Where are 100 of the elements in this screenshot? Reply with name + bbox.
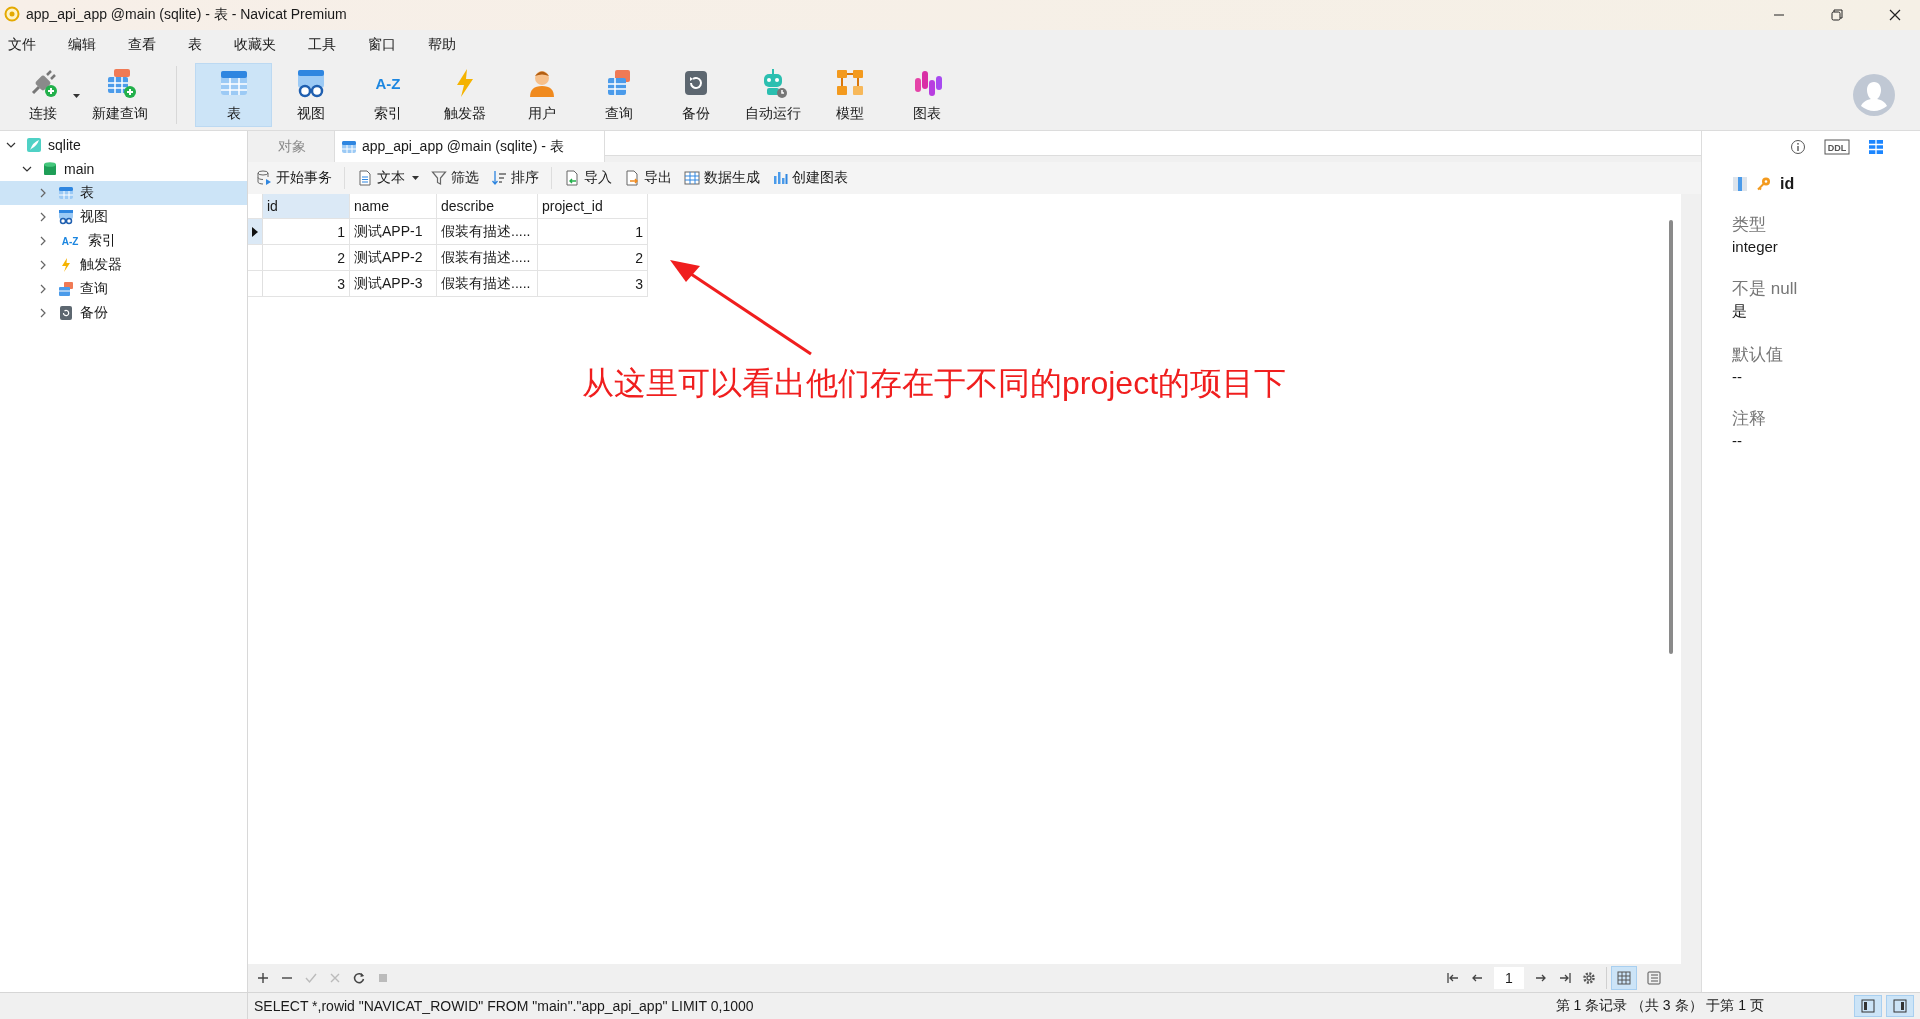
menu-item[interactable]: 文件 <box>8 36 36 54</box>
toolbar-button[interactable]: 开始事务 <box>252 169 336 187</box>
bar-chart-icon <box>772 170 788 186</box>
chevron-right-icon <box>38 212 48 222</box>
table-cell[interactable]: 测试APP-2 <box>350 245 437 270</box>
tree-item[interactable]: A-Z 索引 <box>0 229 247 253</box>
toolbar-button[interactable]: 查询 <box>580 63 657 127</box>
menu-item[interactable]: 窗口 <box>368 36 396 54</box>
right-panel-icon <box>1892 998 1908 1014</box>
first-page-icon[interactable] <box>1446 971 1460 985</box>
toolbar-button[interactable]: 筛选 <box>427 169 483 187</box>
export-icon <box>624 170 640 186</box>
panel-toggle-button[interactable] <box>1886 995 1914 1017</box>
chevron-right-icon <box>38 308 48 318</box>
panel-tab[interactable] <box>1866 137 1886 157</box>
tree-item[interactable]: 表 <box>0 181 247 205</box>
table-cell[interactable]: 3 <box>538 271 648 296</box>
menu-item[interactable]: 编辑 <box>68 36 96 54</box>
tree-item[interactable]: sqlite <box>0 133 247 157</box>
table-cell[interactable]: 假装有描述..... <box>437 245 538 270</box>
table-cell[interactable]: 1 <box>538 219 648 244</box>
funnel-icon <box>431 170 447 186</box>
column-header[interactable]: describe <box>437 194 538 218</box>
restore-icon <box>58 305 74 321</box>
menu-item[interactable]: 查看 <box>128 36 156 54</box>
refresh-icon[interactable] <box>352 971 366 985</box>
panel-toggle-button[interactable] <box>1854 995 1882 1017</box>
grid-icon <box>1616 970 1632 986</box>
toolbar-button[interactable]: 数据生成 <box>680 169 764 187</box>
table-cell[interactable]: 测试APP-1 <box>350 219 437 244</box>
current-row-icon <box>252 226 258 237</box>
checkmark-icon[interactable] <box>304 971 318 985</box>
chevron-right-icon <box>38 188 48 198</box>
field-name: id <box>1780 175 1795 193</box>
list-icon <box>1646 970 1662 986</box>
toolbar-button[interactable]: 创建图表 <box>768 169 852 187</box>
page-number-field[interactable]: 1 <box>1494 967 1524 989</box>
table-cell[interactable]: 2 <box>538 245 648 270</box>
tree-item[interactable]: 查询 <box>0 277 247 301</box>
chevron-down-icon <box>22 164 32 174</box>
panel-tab[interactable]: DDL <box>1822 137 1852 157</box>
tree-item[interactable]: 视图 <box>0 205 247 229</box>
last-page-icon[interactable] <box>1558 971 1572 985</box>
column-header[interactable]: name <box>350 194 437 218</box>
database-icon <box>42 161 58 177</box>
tree-item[interactable]: 备份 <box>0 301 247 325</box>
toolbar-button[interactable]: 表 <box>195 63 272 127</box>
property-value: 是 <box>1732 302 1748 321</box>
view-toggle-button[interactable] <box>1611 966 1637 990</box>
toolbar-button[interactable]: 用户 <box>503 63 580 127</box>
toolbar-button[interactable]: 新建查询 <box>81 63 158 127</box>
menu-item[interactable]: 帮助 <box>428 36 456 54</box>
chevron-right-icon <box>38 284 48 294</box>
chevron-down-icon <box>6 140 16 150</box>
window-title: app_api_app @main (sqlite) - 表 - Navicat Premium <box>26 6 348 24</box>
column-icon <box>1732 176 1748 192</box>
annotation-text: 从这里可以看出他们存在于不同的project的项目下 <box>582 364 1287 403</box>
toolbar-button[interactable]: 文本 <box>353 169 423 187</box>
column-header[interactable]: id <box>263 194 350 218</box>
toolbar-button[interactable]: 模型 <box>811 63 888 127</box>
info-icon <box>1790 139 1806 155</box>
table-cell[interactable]: 假装有描述..... <box>437 271 538 296</box>
toolbar-button[interactable]: 排序 <box>487 169 543 187</box>
column-header[interactable]: project_id <box>538 194 648 218</box>
toolbar-button[interactable]: 触发器 <box>426 63 503 127</box>
chevron-right-icon <box>38 260 48 270</box>
toolbar-button[interactable]: 图表 <box>888 63 965 127</box>
toolbar-button[interactable]: 导入 <box>560 169 616 187</box>
settings-icon[interactable] <box>1582 971 1596 985</box>
menu-item[interactable]: 收藏夹 <box>234 36 276 54</box>
menu-item[interactable]: 表 <box>188 36 202 54</box>
toolbar-button[interactable]: 备份 <box>657 63 734 127</box>
row-marker[interactable] <box>248 219 263 244</box>
left-panel-icon <box>1860 998 1876 1014</box>
tree-item[interactable]: 触发器 <box>0 253 247 277</box>
table-cell[interactable]: 1 <box>263 219 350 244</box>
toolbar-button[interactable]: 自动运行 <box>734 63 811 127</box>
table-cell[interactable]: 测试APP-3 <box>350 271 437 296</box>
tree-item[interactable]: main <box>0 157 247 181</box>
property-value: -- <box>1732 432 1743 449</box>
menu-item[interactable]: 工具 <box>308 36 336 54</box>
table-cell[interactable]: 3 <box>263 271 350 296</box>
table-data-icon <box>684 170 700 186</box>
toolbar-button[interactable]: 视图 <box>272 63 349 127</box>
tab[interactable]: app_api_app @main (sqlite) - 表 <box>335 131 605 162</box>
table-cell[interactable]: 假装有描述..... <box>437 219 538 244</box>
property-label: 不是 null <box>1732 278 1799 300</box>
panel-tab[interactable] <box>1788 137 1808 157</box>
toolbar-button[interactable]: 连接 <box>4 63 81 127</box>
database-play-icon <box>256 170 272 186</box>
table-cell[interactable]: 2 <box>263 245 350 270</box>
document-icon <box>357 170 373 186</box>
plus-icon[interactable] <box>256 971 270 985</box>
columns-icon <box>1868 139 1884 155</box>
scrollbar[interactable] <box>1669 220 1673 654</box>
table-icon <box>58 185 74 201</box>
feather-icon <box>26 137 42 153</box>
property-value: -- <box>1732 368 1743 385</box>
toolbar-button[interactable]: 导出 <box>620 169 676 187</box>
record-count-text: 第 1 条记录 （共 3 条） 于第 1 页 <box>1555 997 1764 1015</box>
